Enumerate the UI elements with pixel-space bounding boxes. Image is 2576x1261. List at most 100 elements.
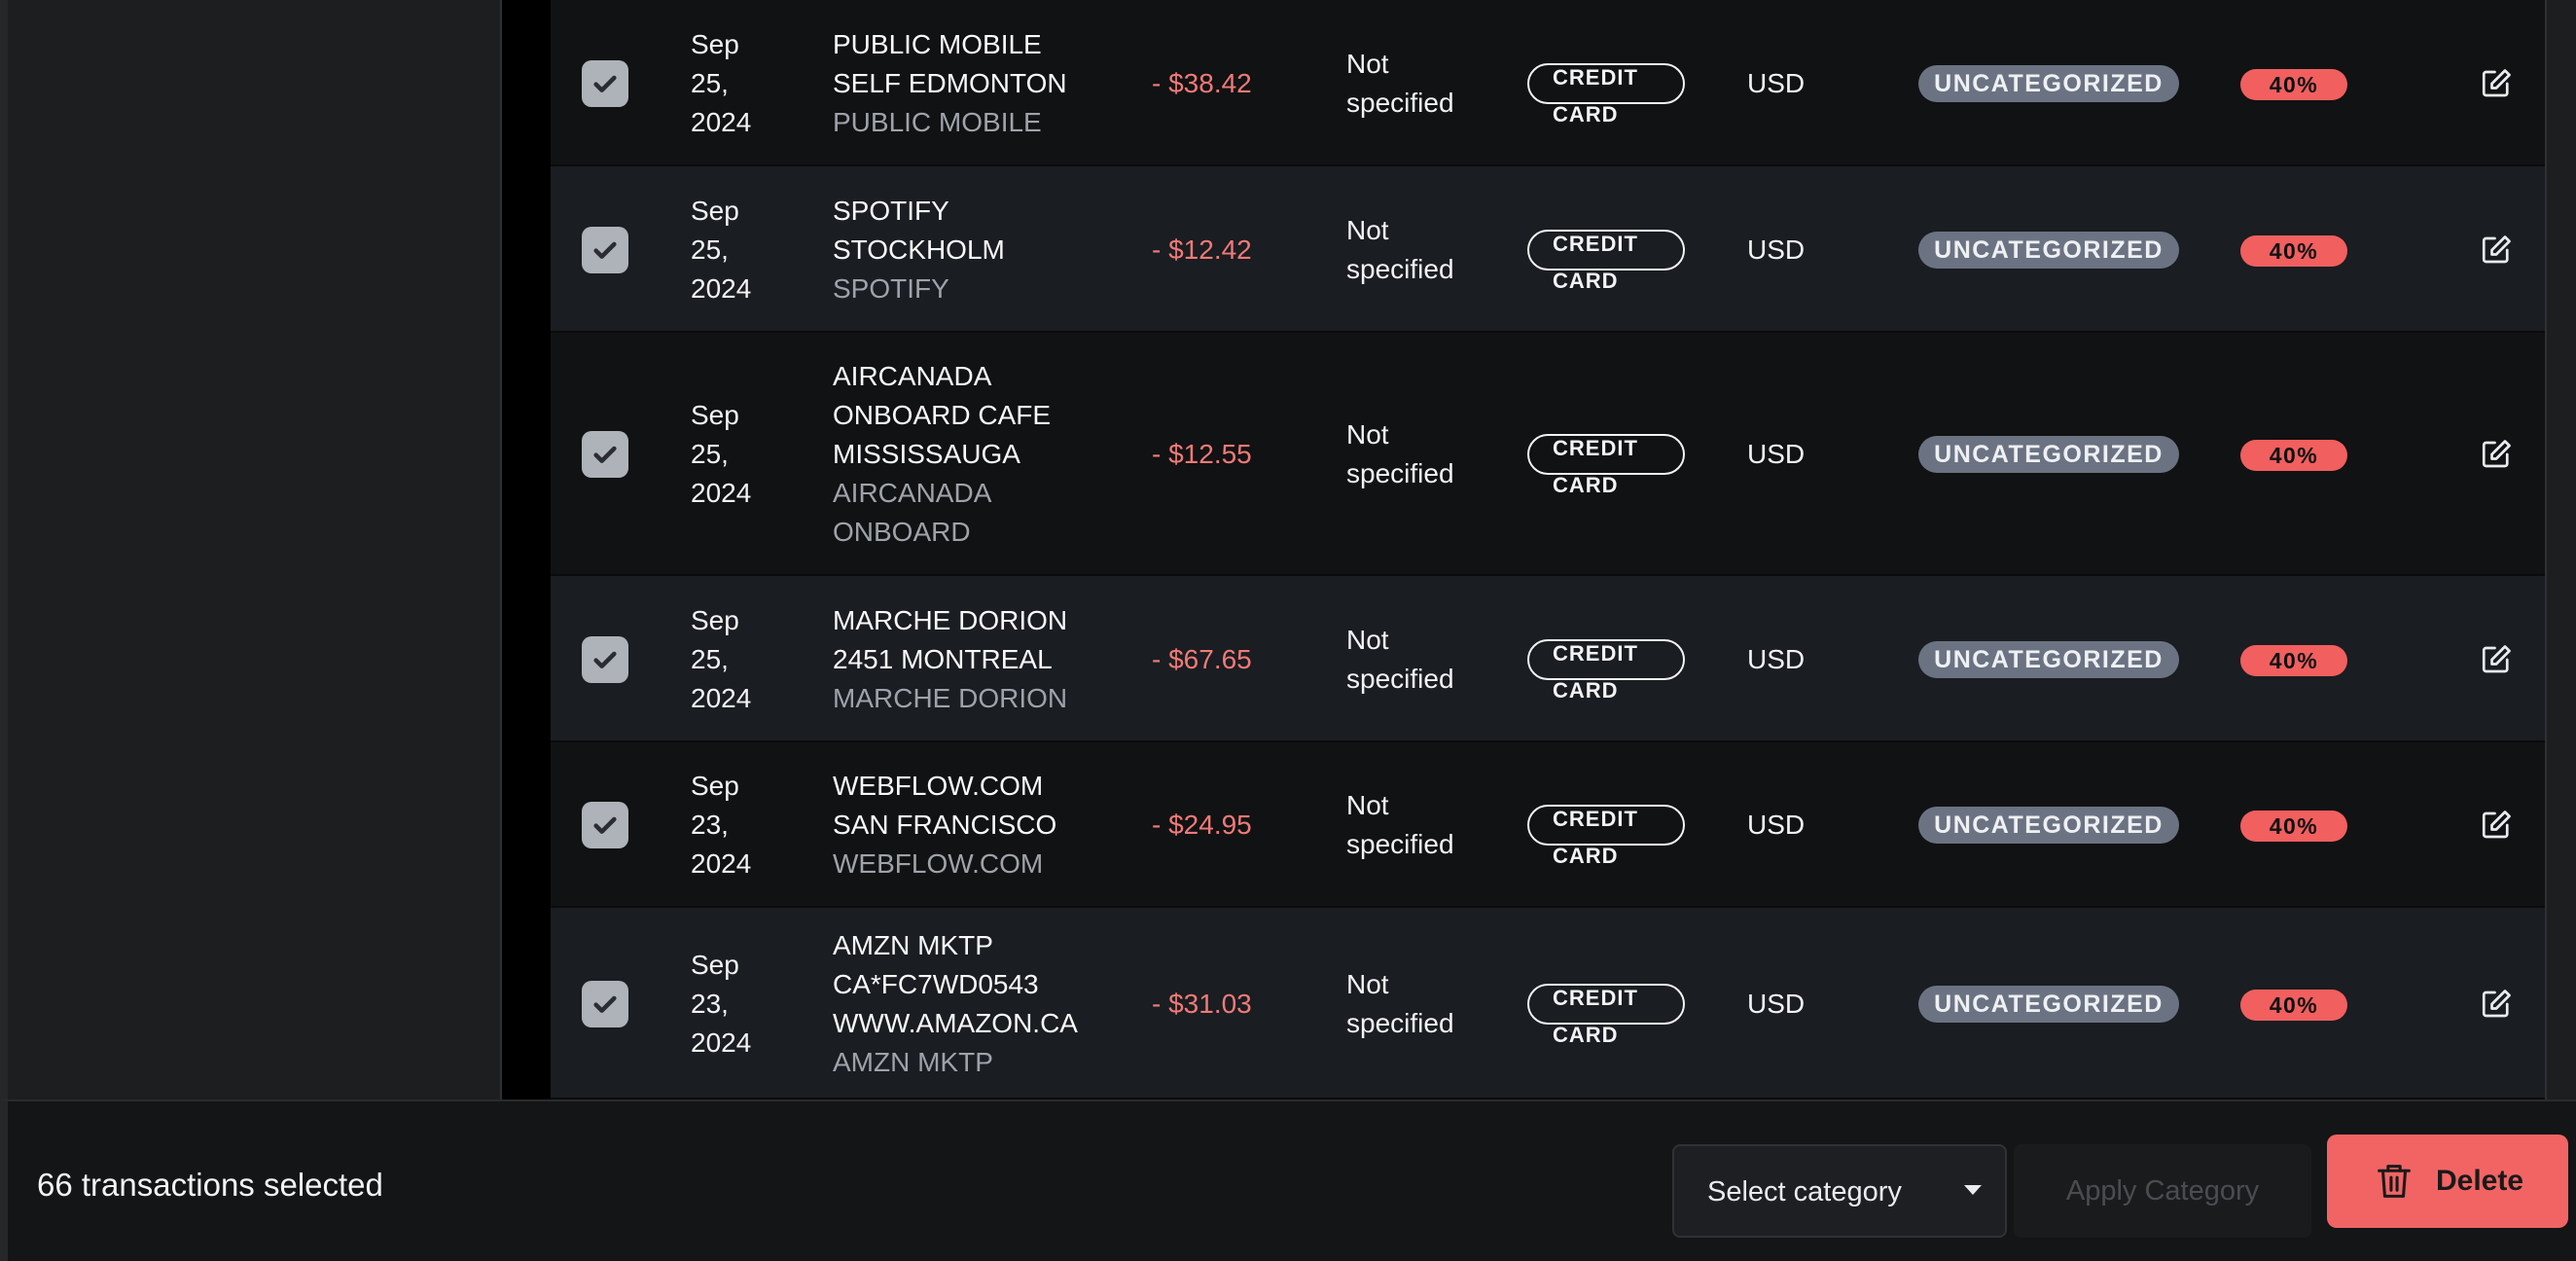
merchant-name: WEBFLOW.COM: [833, 848, 1044, 879]
row-checkbox[interactable]: [582, 59, 628, 107]
transaction-amount: - $24.95: [1152, 810, 1252, 840]
category-badge[interactable]: UNCATEGORIZED: [1918, 231, 2179, 269]
category-badge[interactable]: UNCATEGORIZED: [1918, 985, 2179, 1023]
date-part: 2024: [691, 682, 752, 713]
table-row[interactable]: Sep 23, 2024 WEBFLOW.COM SAN FRANCISCO WEBFLO…: [551, 742, 2545, 908]
payment-method-label: CREDIT CARD: [1553, 985, 1638, 1047]
transaction-status: Not specified: [1346, 415, 1502, 493]
confidence-badge: 40%: [2240, 989, 2347, 1021]
date-part: 2024: [691, 106, 752, 137]
payment-method-badge: CREDIT CARD: [1527, 229, 1685, 293]
transaction-date: Sep 25, 2024: [691, 396, 798, 513]
edit-button[interactable]: [2479, 808, 2514, 843]
payment-method-badge: CREDIT CARD: [1527, 434, 1685, 497]
transaction-description: SPOTIFY STOCKHOLM SPOTIFY: [833, 192, 1115, 308]
merchant-name: MARCHE DORION: [833, 682, 1068, 713]
pencil-square-icon: [2482, 68, 2511, 96]
date-part: Sep: [691, 949, 739, 980]
transaction-currency: USD: [1747, 439, 1806, 469]
status-part: Not: [1346, 48, 1389, 79]
edit-button[interactable]: [2479, 233, 2514, 268]
transaction-name: MISSISSAUGA: [833, 439, 1020, 469]
payment-method-badge: CREDIT CARD: [1527, 983, 1685, 1047]
transaction-date: Sep 25, 2024: [691, 601, 798, 718]
date-part: 25,: [691, 439, 729, 469]
transaction-status: Not specified: [1346, 786, 1502, 864]
date-part: 2024: [691, 272, 752, 304]
category-badge[interactable]: UNCATEGORIZED: [1918, 807, 2179, 844]
date-part: 23,: [691, 988, 729, 1019]
check-icon: [593, 241, 617, 259]
right-scroll-gutter: [2545, 0, 2576, 1099]
transaction-name: SPOTIFY: [833, 195, 949, 226]
transaction-status: Not specified: [1346, 211, 1502, 289]
category-badge[interactable]: UNCATEGORIZED: [1918, 64, 2179, 102]
row-checkbox[interactable]: [582, 431, 628, 478]
transaction-currency: USD: [1747, 988, 1806, 1019]
caret-down-icon: [1964, 1185, 1982, 1195]
payment-method-label: CREDIT CARD: [1553, 64, 1638, 126]
edit-button[interactable]: [2479, 66, 2514, 101]
transaction-currency: USD: [1747, 234, 1806, 265]
date-part: Sep: [691, 604, 739, 635]
delete-button[interactable]: Delete: [2327, 1135, 2568, 1228]
category-badge[interactable]: UNCATEGORIZED: [1918, 640, 2179, 678]
merchant-name: AMZN MKTP: [833, 1046, 993, 1077]
date-part: Sep: [691, 195, 739, 226]
transaction-name: WEBFLOW.COM: [833, 771, 1044, 801]
transaction-currency: USD: [1747, 67, 1806, 98]
transaction-name: SELF EDMONTON: [833, 67, 1067, 98]
table-row[interactable]: Sep 25, 2024 PUBLIC MOBILE SELF EDMONTON PUBL…: [551, 0, 2545, 166]
transaction-amount: - $31.03: [1152, 988, 1252, 1019]
table-row[interactable]: Sep 23, 2024 AMZN MKTP CA*FC7WD0543 WWW.AMAZO…: [551, 908, 2545, 1099]
select-category-dropdown[interactable]: Select category: [1672, 1144, 2007, 1238]
delete-button-label: Delete: [2436, 1165, 2524, 1197]
status-part: Not: [1346, 790, 1389, 820]
payment-method-badge: CREDIT CARD: [1527, 805, 1685, 868]
table-row[interactable]: Sep 25, 2024 SPOTIFY STOCKHOLM SPOTIFY - $12.4…: [551, 166, 2545, 333]
row-checkbox[interactable]: [582, 226, 628, 273]
transaction-status: Not specified: [1346, 45, 1502, 123]
status-part: specified: [1346, 458, 1454, 488]
check-icon: [593, 995, 617, 1013]
payment-method-badge: CREDIT CARD: [1527, 62, 1685, 126]
confidence-badge: 40%: [2240, 811, 2347, 842]
check-icon: [593, 75, 617, 92]
table-row[interactable]: Sep 25, 2024 MARCHE DORION 2451 MONTREAL MARC…: [551, 576, 2545, 742]
confidence-badge: 40%: [2240, 440, 2347, 471]
payment-method-label: CREDIT CARD: [1553, 640, 1638, 703]
transaction-name: CA*FC7WD0543: [833, 968, 1039, 999]
merchant-name: SPOTIFY: [833, 272, 949, 304]
date-part: 2024: [691, 478, 752, 508]
category-badge[interactable]: UNCATEGORIZED: [1918, 436, 2179, 473]
payment-method-label: CREDIT CARD: [1553, 231, 1638, 293]
transaction-name: SAN FRANCISCO: [833, 810, 1057, 840]
row-checkbox[interactable]: [582, 635, 628, 683]
pencil-square-icon: [2482, 234, 2511, 263]
edit-button[interactable]: [2479, 987, 2514, 1022]
transaction-date: Sep 23, 2024: [691, 767, 798, 883]
transaction-name: WWW.AMAZON.CA: [833, 1007, 1078, 1038]
date-part: 25,: [691, 67, 729, 98]
table-row[interactable]: Sep 25, 2024 AIRCANADA ONBOARD CAFE MISSISSAU…: [551, 333, 2545, 576]
transaction-name: 2451 MONTREAL: [833, 643, 1053, 674]
status-part: specified: [1346, 87, 1454, 118]
edit-button[interactable]: [2479, 437, 2514, 472]
transaction-description: PUBLIC MOBILE SELF EDMONTON PUBLIC MOBILE: [833, 25, 1115, 142]
row-checkbox[interactable]: [582, 980, 628, 1027]
row-checkbox[interactable]: [582, 802, 628, 848]
left-edge-panel: [0, 0, 8, 1099]
transaction-description: MARCHE DORION 2451 MONTREAL MARCHE DORION: [833, 601, 1115, 718]
pencil-square-icon: [2482, 644, 2511, 672]
date-part: 25,: [691, 234, 729, 265]
date-part: Sep: [691, 400, 739, 430]
status-part: specified: [1346, 663, 1454, 694]
pencil-square-icon: [2482, 989, 2511, 1017]
apply-category-button[interactable]: Apply Category: [2014, 1144, 2311, 1238]
edit-button[interactable]: [2479, 642, 2514, 677]
confidence-badge: 40%: [2240, 644, 2347, 676]
app-window: Sep 25, 2024 PUBLIC MOBILE SELF EDMONTON PUBL…: [0, 0, 2576, 1261]
date-part: Sep: [691, 28, 739, 59]
status-part: Not: [1346, 419, 1389, 450]
transaction-amount: - $12.42: [1152, 234, 1252, 265]
